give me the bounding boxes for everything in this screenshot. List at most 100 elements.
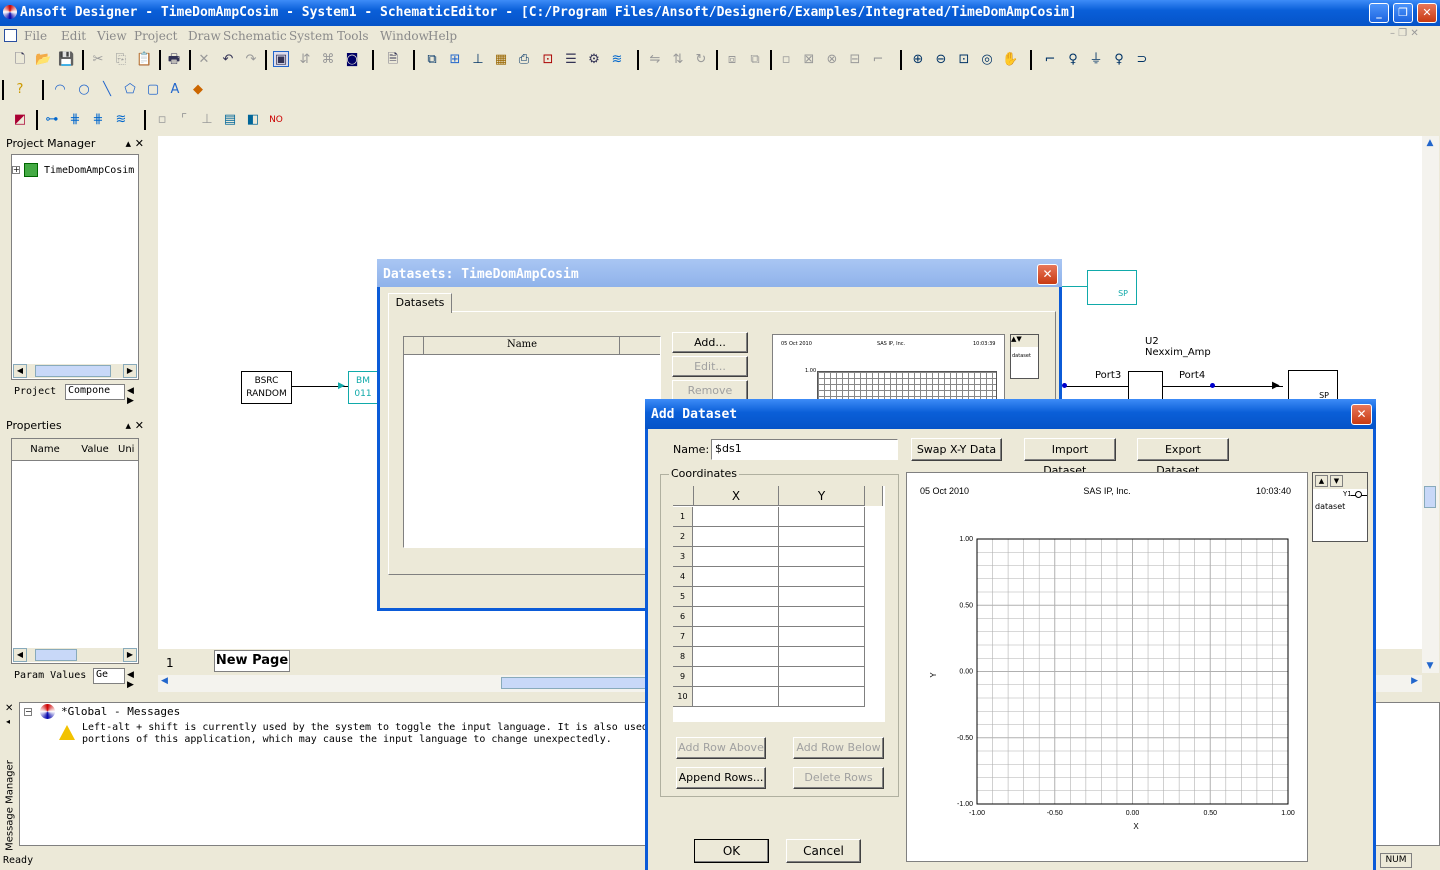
wave-icon[interactable]: ≋ (609, 52, 625, 68)
probe-icon[interactable]: ♀ (1065, 52, 1081, 68)
menu-tools[interactable]: Tools (337, 29, 369, 43)
cell-x[interactable] (693, 627, 779, 647)
col-value[interactable]: Value (79, 444, 111, 455)
box-icon[interactable]: ▦ (493, 52, 509, 68)
cell-x[interactable] (693, 507, 779, 527)
tab-new-page[interactable]: New Page (214, 650, 290, 672)
cell-x[interactable] (693, 647, 779, 667)
tab-components[interactable]: Compone (65, 384, 125, 400)
group-icon[interactable]: ⧈ (724, 52, 740, 68)
cell-x[interactable] (693, 607, 779, 627)
undo-icon[interactable]: ↶ (220, 52, 236, 68)
zoom-fit-icon[interactable]: ◎ (979, 52, 995, 68)
tab-project[interactable]: Project (14, 386, 56, 397)
analyze-icon[interactable]: ◙ (344, 52, 360, 68)
arc-icon[interactable]: ◠ (52, 82, 68, 98)
legend-down-icon[interactable]: ▼ (1330, 475, 1343, 487)
page-icon[interactable]: ⎙ (516, 52, 532, 68)
menu-schematic[interactable]: Schematic (223, 29, 287, 43)
restore-button[interactable]: ❐ (1393, 3, 1413, 23)
measure-icon[interactable]: ⊥ (199, 112, 215, 128)
mirror-icon[interactable]: ⊠ (801, 52, 817, 68)
redo-icon[interactable]: ↷ (243, 52, 259, 68)
row-number[interactable]: 6 (673, 607, 693, 627)
add-bus-icon[interactable]: ⋕ (90, 112, 106, 128)
ungroup-icon[interactable]: ⧉ (747, 52, 763, 68)
messages-group[interactable]: *Global - Messages (61, 705, 180, 718)
text-icon[interactable]: A (167, 82, 183, 98)
copy-icon[interactable]: ⎘ (113, 52, 129, 68)
report-icon[interactable]: ☰ (563, 52, 579, 68)
add-wire-icon[interactable]: ⊶ (44, 112, 60, 128)
zoom-in-icon[interactable]: ⊕ (910, 52, 926, 68)
remove-dataset-button[interactable]: Remove (672, 380, 748, 401)
properties-icon[interactable]: 🗎 (385, 52, 401, 68)
line-icon[interactable]: ╲ (99, 82, 115, 98)
menu-project[interactable]: Project (134, 29, 177, 43)
pan-icon[interactable]: ✋ (1002, 52, 1018, 68)
cell-y[interactable] (779, 527, 865, 547)
sim-icon[interactable]: ⚙ (586, 52, 602, 68)
nexxim-amp-component[interactable] (1128, 371, 1163, 401)
select-mode-icon[interactable]: ▣ (273, 51, 289, 67)
sp-probe-right[interactable]: SP (1288, 370, 1338, 400)
row-number[interactable]: 3 (673, 547, 693, 567)
cell-x[interactable] (693, 687, 779, 707)
col-name[interactable]: Name (12, 444, 78, 455)
cell-y[interactable] (779, 567, 865, 587)
datasets-list[interactable]: Name (403, 336, 661, 548)
layers-icon[interactable]: ▤ (222, 112, 238, 128)
row-number[interactable]: 7 (673, 627, 693, 647)
canvas-vscroll[interactable]: ▲ ▼ (1422, 136, 1439, 673)
cell-y[interactable] (779, 687, 865, 707)
align-icon[interactable]: ▫ (778, 52, 794, 68)
flip-v-icon[interactable]: ⇅ (670, 52, 686, 68)
netlist-icon[interactable]: ⊡ (540, 52, 556, 68)
tab-datasets[interactable]: Datasets (388, 293, 452, 313)
zoom-out-icon[interactable]: ⊖ (933, 52, 949, 68)
colors-icon[interactable]: ◧ (245, 112, 261, 128)
new-file-icon[interactable]: 🗋 (12, 52, 28, 68)
swap-xy-button[interactable]: Swap X-Y Data (911, 438, 1002, 461)
row-number[interactable]: 1 (673, 507, 693, 527)
cell-y[interactable] (779, 627, 865, 647)
polygon-icon[interactable]: ⬠ (122, 82, 138, 98)
cell-y[interactable] (779, 647, 865, 667)
print-icon[interactable]: 🖶 (166, 52, 182, 68)
ground-icon[interactable]: ⊥ (470, 52, 486, 68)
row-number[interactable]: 5 (673, 587, 693, 607)
gnd-icon[interactable]: ⏚ (1088, 52, 1104, 68)
edit-dataset-button[interactable]: Edit... (672, 356, 748, 377)
bsrc-component[interactable]: BSRC RANDOM (241, 371, 292, 404)
append-rows-button[interactable]: Append Rows... (676, 767, 766, 789)
noise-icon[interactable]: NO (268, 112, 284, 128)
tab-scroll-icon[interactable]: ◀ ▶ (127, 386, 141, 406)
menu-file[interactable]: File (24, 29, 47, 43)
fill-icon[interactable]: ◆ (190, 82, 206, 98)
menu-help[interactable]: Help (428, 29, 457, 43)
legend-up-icon[interactable]: ▲ (1315, 475, 1328, 487)
wire-icon[interactable]: ⇵ (297, 52, 313, 68)
order-icon[interactable]: ⊟ (847, 52, 863, 68)
menu-system[interactable]: System (289, 29, 333, 43)
add-net-icon[interactable]: ⋕ (67, 112, 83, 128)
menu-edit[interactable]: Edit (61, 29, 86, 43)
add-signal-icon[interactable]: ≋ (113, 112, 129, 128)
open-folder-icon[interactable]: 📂 (35, 52, 51, 68)
circle-icon[interactable]: ○ (76, 82, 92, 98)
delete-rows-button[interactable]: Delete Rows (793, 767, 884, 789)
menu-view[interactable]: View (97, 29, 127, 43)
minimize-button[interactable]: _ (1369, 3, 1389, 23)
close-button[interactable]: ✕ (1417, 3, 1437, 23)
menu-draw[interactable]: Draw (188, 29, 221, 43)
tab-param-values[interactable]: Param Values (14, 670, 86, 681)
col-dataset-name[interactable]: Name (424, 339, 620, 350)
help-icon[interactable]: ? (12, 82, 28, 98)
save-icon[interactable]: 💾 (58, 52, 74, 68)
tab-general[interactable]: Ge (93, 668, 125, 684)
export-dataset-button[interactable]: Export Dataset... (1137, 438, 1229, 477)
bm-component[interactable]: BM 011 (348, 371, 378, 404)
rect-icon[interactable]: ▢ (145, 82, 161, 98)
cell-y[interactable] (779, 667, 865, 687)
cell-x[interactable] (693, 527, 779, 547)
